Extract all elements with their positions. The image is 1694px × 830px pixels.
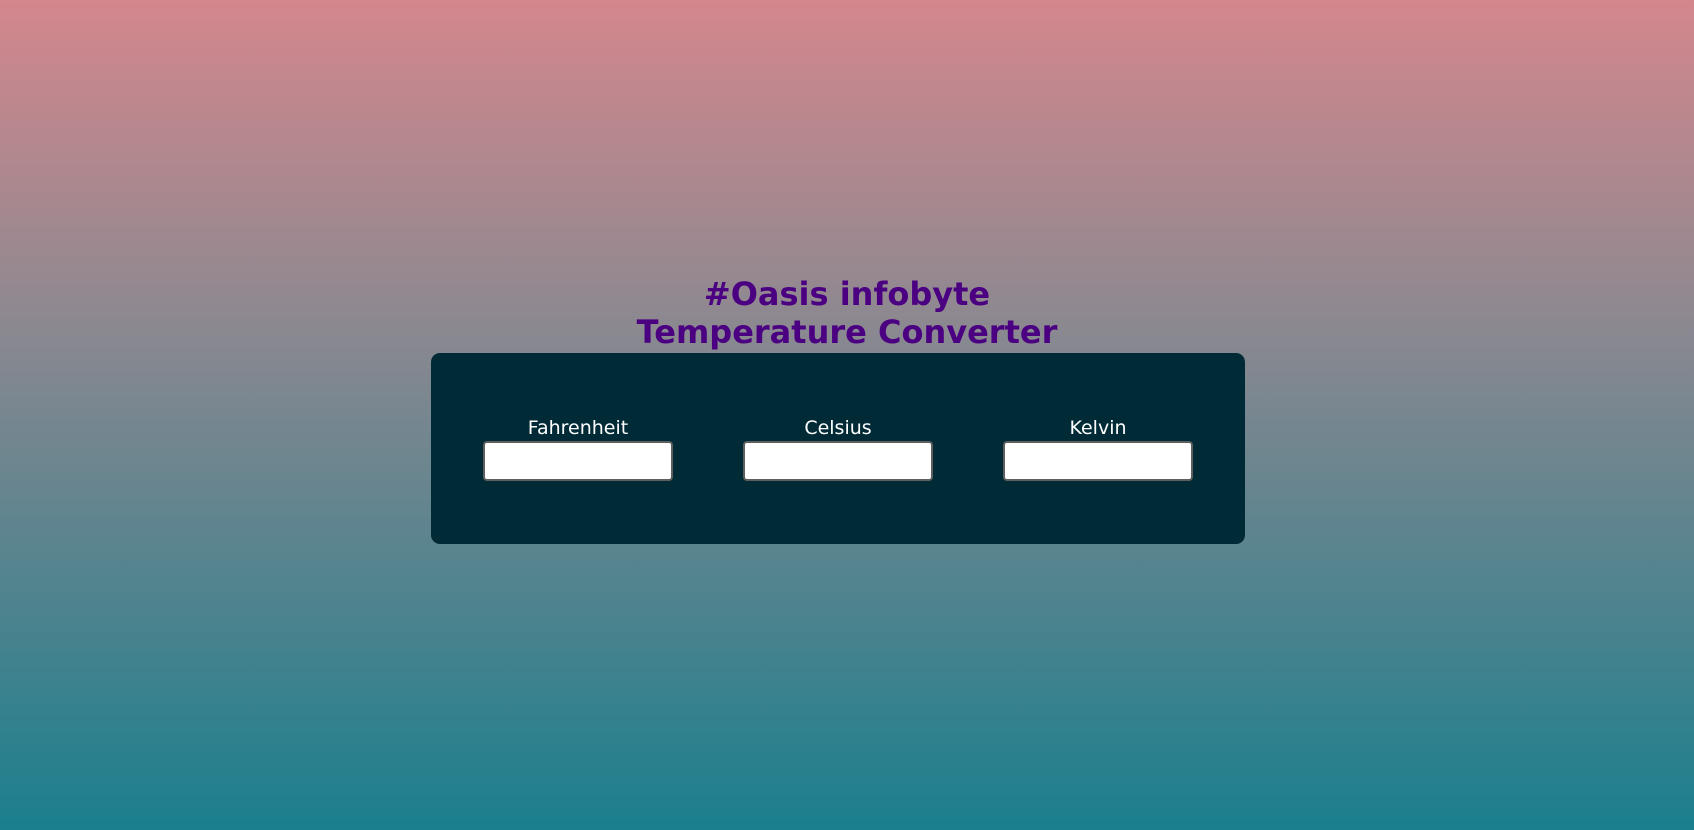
brand-title: #Oasis infobyte: [703, 275, 991, 313]
fahrenheit-input[interactable]: [483, 441, 673, 481]
page-title: #Oasis infobyte Temperature Converter: [0, 275, 1694, 351]
converter-panel: Fahrenheit Celsius Kelvin: [431, 353, 1245, 544]
fahrenheit-field: Fahrenheit: [483, 417, 673, 481]
fahrenheit-label: Fahrenheit: [527, 417, 629, 439]
kelvin-field: Kelvin: [1003, 417, 1193, 481]
celsius-field: Celsius: [743, 417, 933, 481]
celsius-input[interactable]: [743, 441, 933, 481]
app-title: Temperature Converter: [636, 313, 1058, 351]
kelvin-label: Kelvin: [1069, 417, 1127, 439]
kelvin-input[interactable]: [1003, 441, 1193, 481]
celsius-label: Celsius: [804, 417, 872, 439]
